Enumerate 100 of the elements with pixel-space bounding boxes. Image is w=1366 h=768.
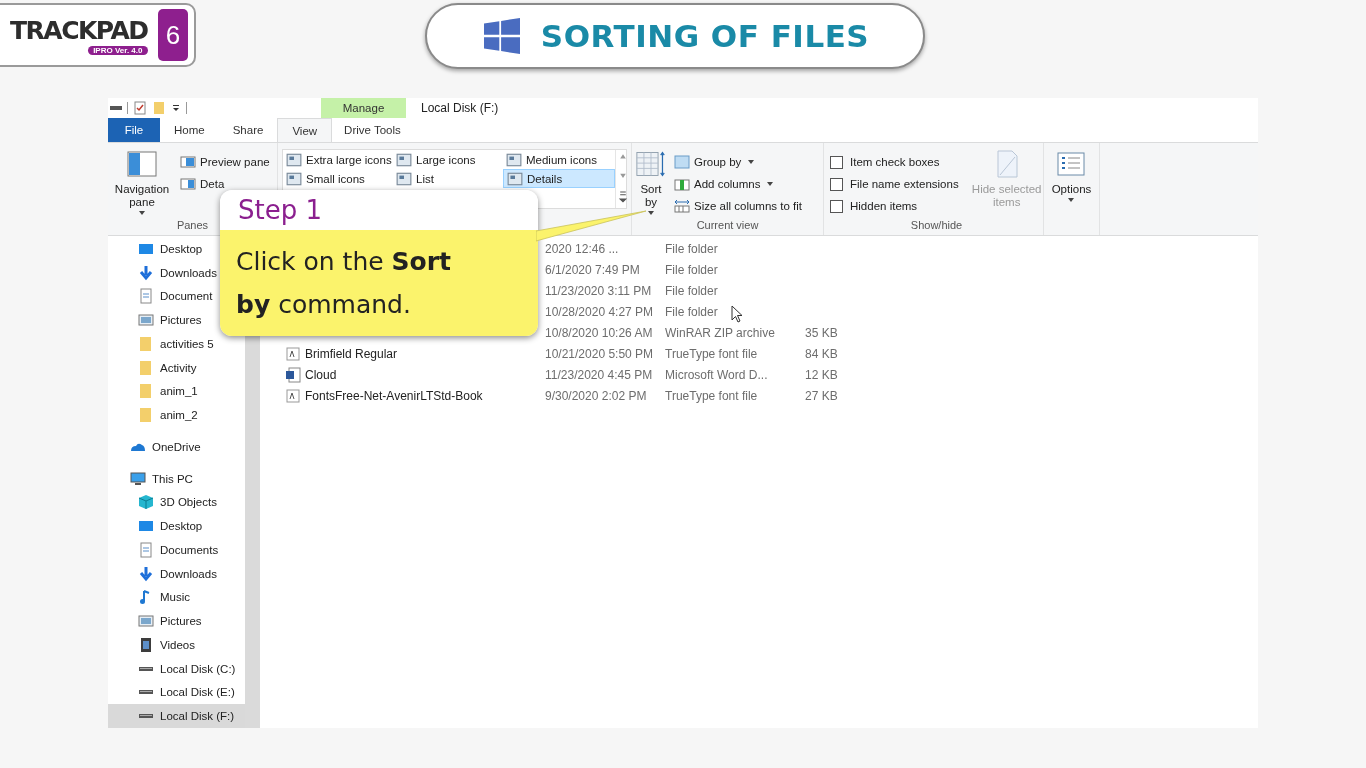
window-title: Local Disk (F:) (421, 101, 499, 115)
nav-item[interactable]: Documents (108, 538, 219, 562)
version-badge: IPRO Ver. 4.0 (88, 45, 148, 55)
nav-item[interactable]: Downloads (108, 260, 217, 285)
details-pane-button[interactable]: Deta (180, 175, 270, 193)
sort-by-button[interactable]: Sort by (632, 147, 670, 219)
caret-icon (767, 182, 774, 186)
size-columns-button[interactable]: Size all columns to fit (674, 197, 802, 215)
caret-icon (139, 211, 145, 215)
nav-item[interactable]: 3D Objects (108, 490, 217, 515)
font-file-icon (285, 345, 301, 362)
options-button[interactable]: Options (1047, 147, 1096, 206)
nav-item[interactable]: anim_2 (108, 403, 198, 427)
nav-item[interactable]: Desktop (108, 237, 203, 261)
download-icon (138, 264, 154, 281)
group-label: Panes (175, 219, 210, 233)
add-columns-button[interactable]: Add columns (674, 175, 802, 193)
nav-item[interactable]: Pictures (108, 308, 202, 332)
file-size: 12 KB (805, 367, 835, 382)
checkbox[interactable] (830, 155, 843, 169)
video-icon (138, 636, 154, 653)
view-icon (286, 152, 302, 167)
caret-icon (648, 211, 654, 215)
file-type: File folder (665, 262, 719, 277)
group-label: Show/hide (909, 219, 964, 233)
file-type: File folder (665, 304, 805, 319)
computer-icon (130, 470, 146, 487)
nav-item[interactable]: OneDrive (108, 427, 201, 459)
context-tab-header: Manage (321, 98, 406, 118)
file-type: File folder (665, 283, 719, 298)
disk-icon (139, 714, 153, 719)
file-date: 10/28/2020 4:27 PM (545, 304, 655, 319)
checkbox[interactable] (830, 177, 843, 191)
preview-pane-button[interactable]: Preview pane (180, 153, 270, 171)
nav-item[interactable]: Pictures (108, 609, 202, 633)
file-type: File folder (665, 241, 719, 256)
logo-text: TRACKPAD (10, 15, 148, 45)
customize-dropdown-icon[interactable] (171, 103, 181, 113)
nav-item[interactable]: activities 5 (108, 332, 214, 356)
disk-icon (139, 690, 153, 695)
pane-icon (180, 155, 196, 169)
file-date: 11/23/2020 4:45 PM (545, 367, 654, 382)
layout-option[interactable]: Details (503, 169, 615, 188)
nav-item[interactable]: Local Disk (F:) (108, 704, 245, 728)
word-document-icon (285, 366, 301, 383)
pictures-icon (138, 312, 154, 329)
file-size: 27 KB (805, 388, 835, 403)
file-type: TrueType font file (665, 388, 759, 403)
nav-item[interactable]: Local Disk (C:) (108, 656, 236, 681)
checkbox-label[interactable]: Item check boxes (850, 156, 940, 168)
file-date: 9/30/2020 2:02 PM (545, 388, 648, 403)
view-icon (396, 171, 412, 186)
sort-icon (636, 149, 666, 179)
edition-badge: 6 (158, 9, 188, 61)
group-icon (674, 155, 690, 169)
file-date: 11/23/2020 3:11 PM (545, 283, 653, 298)
nav-item[interactable]: This PC (108, 458, 193, 491)
nav-item[interactable]: Downloads (108, 561, 217, 586)
file-size: 84 KB (805, 346, 835, 361)
ribbon-tab[interactable]: Share (218, 118, 278, 142)
gallery-scroll[interactable] (615, 150, 630, 208)
checkbox[interactable] (830, 199, 843, 213)
document-icon (138, 541, 154, 558)
nav-item[interactable]: anim_1 (108, 379, 198, 404)
layout-option[interactable]: Small icons (283, 169, 393, 188)
document-icon (138, 288, 154, 305)
file-name[interactable]: FontsFree-Net-AvenirLTStd-Book (305, 388, 483, 403)
font-file-icon (285, 387, 301, 404)
nav-item[interactable]: Activity (108, 355, 197, 380)
file-date: 2020 12:46 ... (545, 241, 620, 256)
file-date: 10/8/2020 10:26 AM (545, 325, 654, 340)
nav-item[interactable]: Music (108, 585, 191, 610)
nav-item[interactable]: Desktop (108, 514, 203, 538)
mouse-pointer-icon (731, 304, 743, 323)
ribbon-tab[interactable]: File (108, 118, 160, 142)
layout-option[interactable]: List (393, 169, 503, 188)
nav-item[interactable]: Document (108, 284, 213, 309)
ribbon-tab[interactable]: Home (160, 118, 219, 142)
view-icon (506, 152, 522, 167)
step-instruction: Click on the Sort by command. (236, 246, 453, 321)
group-by-button[interactable]: Group by (674, 153, 802, 171)
nav-item[interactable]: Videos (108, 633, 195, 657)
ribbon-tab[interactable]: View (277, 118, 333, 142)
checkbox-label[interactable]: Hidden items (850, 200, 918, 212)
checkbox-label[interactable]: File name extensions (850, 178, 959, 190)
file-name[interactable]: Cloud (305, 367, 337, 382)
layout-option[interactable]: Medium icons (503, 150, 615, 169)
lesson-title: SORTING OF FILES (540, 18, 870, 54)
layout-option[interactable]: Extra large icons (283, 150, 393, 169)
file-date: 6/1/2020 7:49 PM (545, 262, 641, 277)
nav-item[interactable]: Local Disk (E:) (108, 680, 235, 705)
pane-icon (180, 177, 196, 191)
folder-icon (138, 383, 154, 400)
layout-option[interactable]: Large icons (393, 150, 503, 169)
properties-icon[interactable] (133, 101, 147, 115)
step-title: Step 1 (238, 195, 322, 225)
file-name[interactable]: Brimfield Regular (305, 346, 398, 361)
navigation-pane-button[interactable]: Navigation pane (108, 147, 176, 219)
folder-icon (138, 335, 154, 352)
cube-icon (138, 494, 154, 511)
